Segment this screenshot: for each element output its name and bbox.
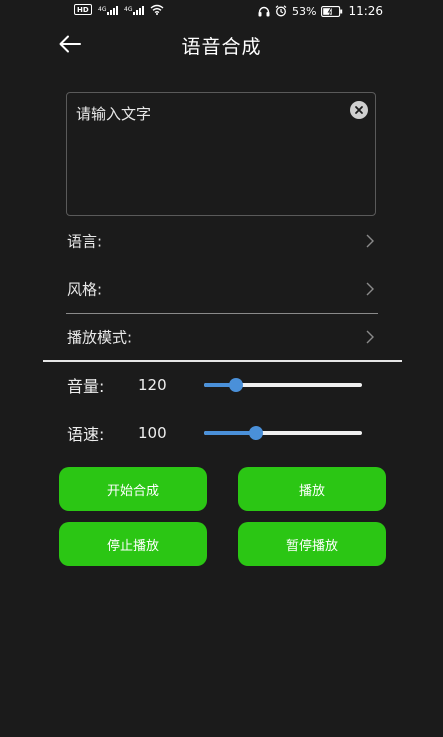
battery-percent: 53% <box>292 4 317 18</box>
speed-value: 100 <box>138 424 167 442</box>
speed-row: 语速: 100 <box>67 418 367 448</box>
wifi-icon <box>150 4 164 15</box>
alarm-icon <box>275 5 287 17</box>
chevron-right-icon <box>366 234 374 248</box>
volume-row: 音量: 120 <box>67 370 367 400</box>
clear-button[interactable] <box>350 101 368 119</box>
svg-text:4G: 4G <box>98 6 107 13</box>
volume-slider-thumb[interactable] <box>229 378 243 392</box>
section-divider <box>43 360 402 362</box>
chevron-right-icon <box>366 330 374 344</box>
headphones-icon <box>258 6 270 16</box>
status-bar: HD 4G 4G 53% 11:26 <box>0 0 443 24</box>
speed-slider[interactable] <box>204 426 362 440</box>
signal-icon: 4G <box>98 5 118 15</box>
battery-icon <box>321 5 343 17</box>
status-right-group: 53% 11:26 <box>258 4 383 18</box>
status-left-group: HD 4G 4G <box>74 4 164 15</box>
speed-slider-thumb[interactable] <box>249 426 263 440</box>
play-button[interactable]: 播放 <box>238 467 386 511</box>
playback-mode-option[interactable]: 播放模式: <box>66 314 378 360</box>
volume-slider[interactable] <box>204 378 362 392</box>
chevron-right-icon <box>366 282 374 296</box>
text-input[interactable]: 请输入文字 <box>76 103 151 124</box>
page-title: 语音合成 <box>181 36 262 58</box>
volume-label: 音量: <box>67 377 105 396</box>
style-label: 风格: <box>67 280 103 299</box>
language-label: 语言: <box>67 232 103 251</box>
stop-play-button[interactable]: 停止播放 <box>59 522 207 566</box>
close-icon <box>355 106 363 114</box>
hd-badge: HD <box>74 4 92 15</box>
volume-value: 120 <box>138 376 167 394</box>
text-input-box[interactable]: 请输入文字 <box>66 92 376 216</box>
language-option[interactable]: 语言: <box>66 218 378 264</box>
signal-icon-2: 4G <box>124 5 144 15</box>
pause-play-button[interactable]: 暂停播放 <box>238 522 386 566</box>
style-option[interactable]: 风格: <box>66 266 378 312</box>
start-synthesis-button[interactable]: 开始合成 <box>59 467 207 511</box>
playback-mode-label: 播放模式: <box>67 328 133 347</box>
svg-text:4G: 4G <box>124 6 133 13</box>
status-time: 11:26 <box>348 4 384 18</box>
title-bar: 语音合成 <box>0 24 443 66</box>
speed-label: 语速: <box>67 425 105 444</box>
